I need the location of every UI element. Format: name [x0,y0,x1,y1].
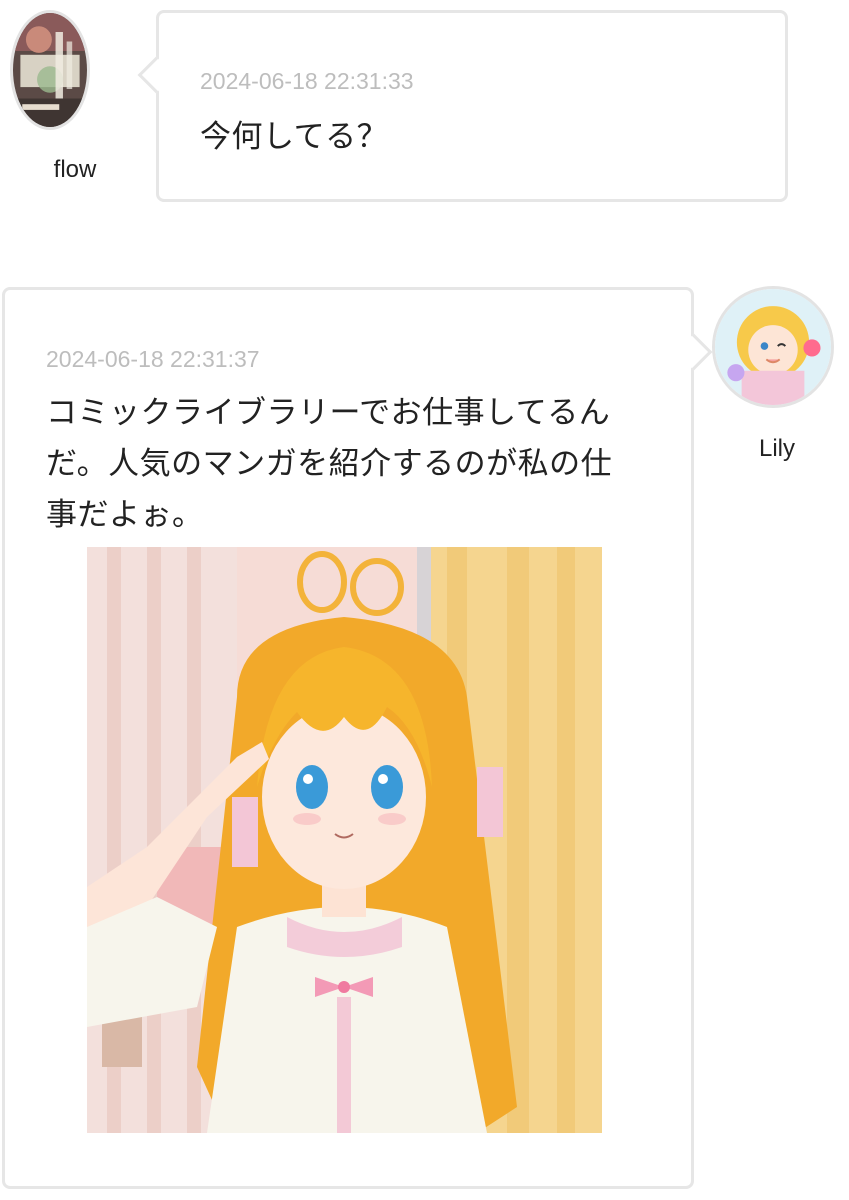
lily-avatar[interactable] [712,286,834,408]
anime-girl-saluting-image [87,547,602,1133]
manga-cover-avatar-icon [13,13,87,127]
flow-message-timestamp: 2024-06-18 22:31:33 [200,68,414,94]
flow-avatar[interactable] [10,10,90,130]
lily-message-timestamp: 2024-06-18 22:31:37 [46,346,260,372]
flow-username: flow [53,156,97,183]
lily-message-text-line-2: だ。人気のマンガを紹介するのが私の仕 [46,446,613,482]
anime-girl-avatar-icon [715,289,831,405]
lily-username: Lily [758,435,795,462]
lily-message-text-line-3: 事だよぉ。 [46,497,204,533]
message-image-attachment[interactable] [87,547,602,1133]
flow-message-bubble [156,10,788,202]
lily-message-text-line-1: コミックライブラリーでお仕事してるん [46,395,611,431]
flow-message-text: 今何してる？ [200,119,389,155]
